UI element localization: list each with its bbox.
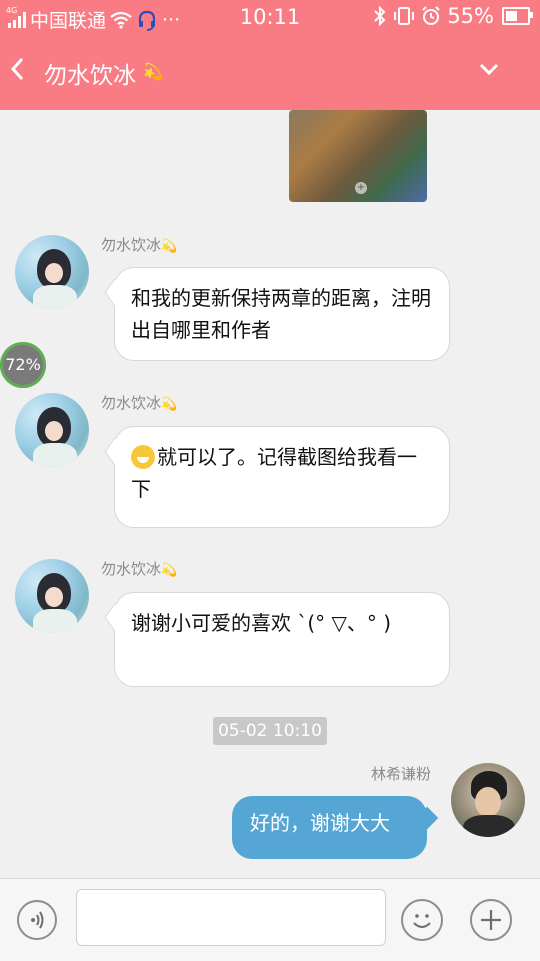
my-avatar[interactable] — [451, 763, 525, 837]
sparkle-icon: 💫 — [161, 239, 178, 254]
avatar[interactable] — [15, 235, 89, 309]
add-button[interactable] — [470, 899, 512, 941]
avatar[interactable] — [15, 559, 89, 633]
image-message[interactable]: + — [289, 110, 427, 202]
chat-title: 勿水饮冰 — [44, 63, 136, 89]
back-button[interactable] — [10, 56, 34, 89]
message-list[interactable]: + 勿水饮冰💫 和我的更新保持两章的距离，注明出自哪里和作者 72% 勿水饮冰💫… — [0, 110, 540, 878]
status-bar: 4G 中国联通 ··· 10:11 55% — [0, 0, 540, 36]
outgoing-message-bubble[interactable]: 好的，谢谢大大 — [232, 796, 427, 859]
voice-button[interactable] — [17, 900, 57, 940]
chevron-left-icon — [10, 57, 24, 81]
message-timestamp: 05-02 10:10 — [213, 717, 327, 745]
status-right: 55% — [373, 4, 533, 28]
chevron-down-icon — [479, 63, 499, 76]
image-indicator-icon: + — [355, 182, 367, 194]
sender-name: 勿水饮冰💫 — [101, 560, 178, 578]
sparkle-icon: 💫 — [161, 563, 178, 578]
progress-badge[interactable]: 72% — [0, 342, 46, 388]
emoji-button[interactable] — [401, 899, 443, 941]
chat-menu-dropdown-button[interactable] — [478, 58, 500, 80]
avatar[interactable] — [15, 393, 89, 467]
bluetooth-icon — [374, 6, 386, 26]
message-bubble[interactable]: 和我的更新保持两章的距离，注明出自哪里和作者 — [114, 267, 450, 361]
vibrate-icon — [394, 7, 415, 25]
grinning-emoji-icon — [131, 445, 155, 469]
sender-name: 林希谦粉 — [371, 765, 432, 783]
title-decoration: 💫 — [143, 62, 163, 81]
message-bubble[interactable]: 谢谢小可爱的喜欢 ˋ(° ▽、° ) — [114, 592, 450, 687]
alarm-icon — [422, 6, 441, 25]
sender-name: 勿水饮冰💫 — [101, 394, 178, 412]
message-input[interactable] — [76, 889, 386, 946]
battery-icon — [502, 7, 533, 25]
battery-percent: 55% — [447, 4, 494, 28]
voice-icon — [31, 911, 44, 929]
chat-header: 勿水饮冰 💫 — [0, 36, 540, 110]
sender-name: 勿水饮冰💫 — [101, 236, 178, 254]
smiley-icon — [413, 914, 431, 928]
message-text: 就可以了。记得截图给我看一下 — [131, 445, 417, 501]
message-bubble[interactable]: 就可以了。记得截图给我看一下 — [114, 426, 450, 528]
sparkle-icon: 💫 — [161, 397, 178, 412]
composer-bar — [0, 878, 540, 961]
plus-icon — [481, 910, 501, 930]
